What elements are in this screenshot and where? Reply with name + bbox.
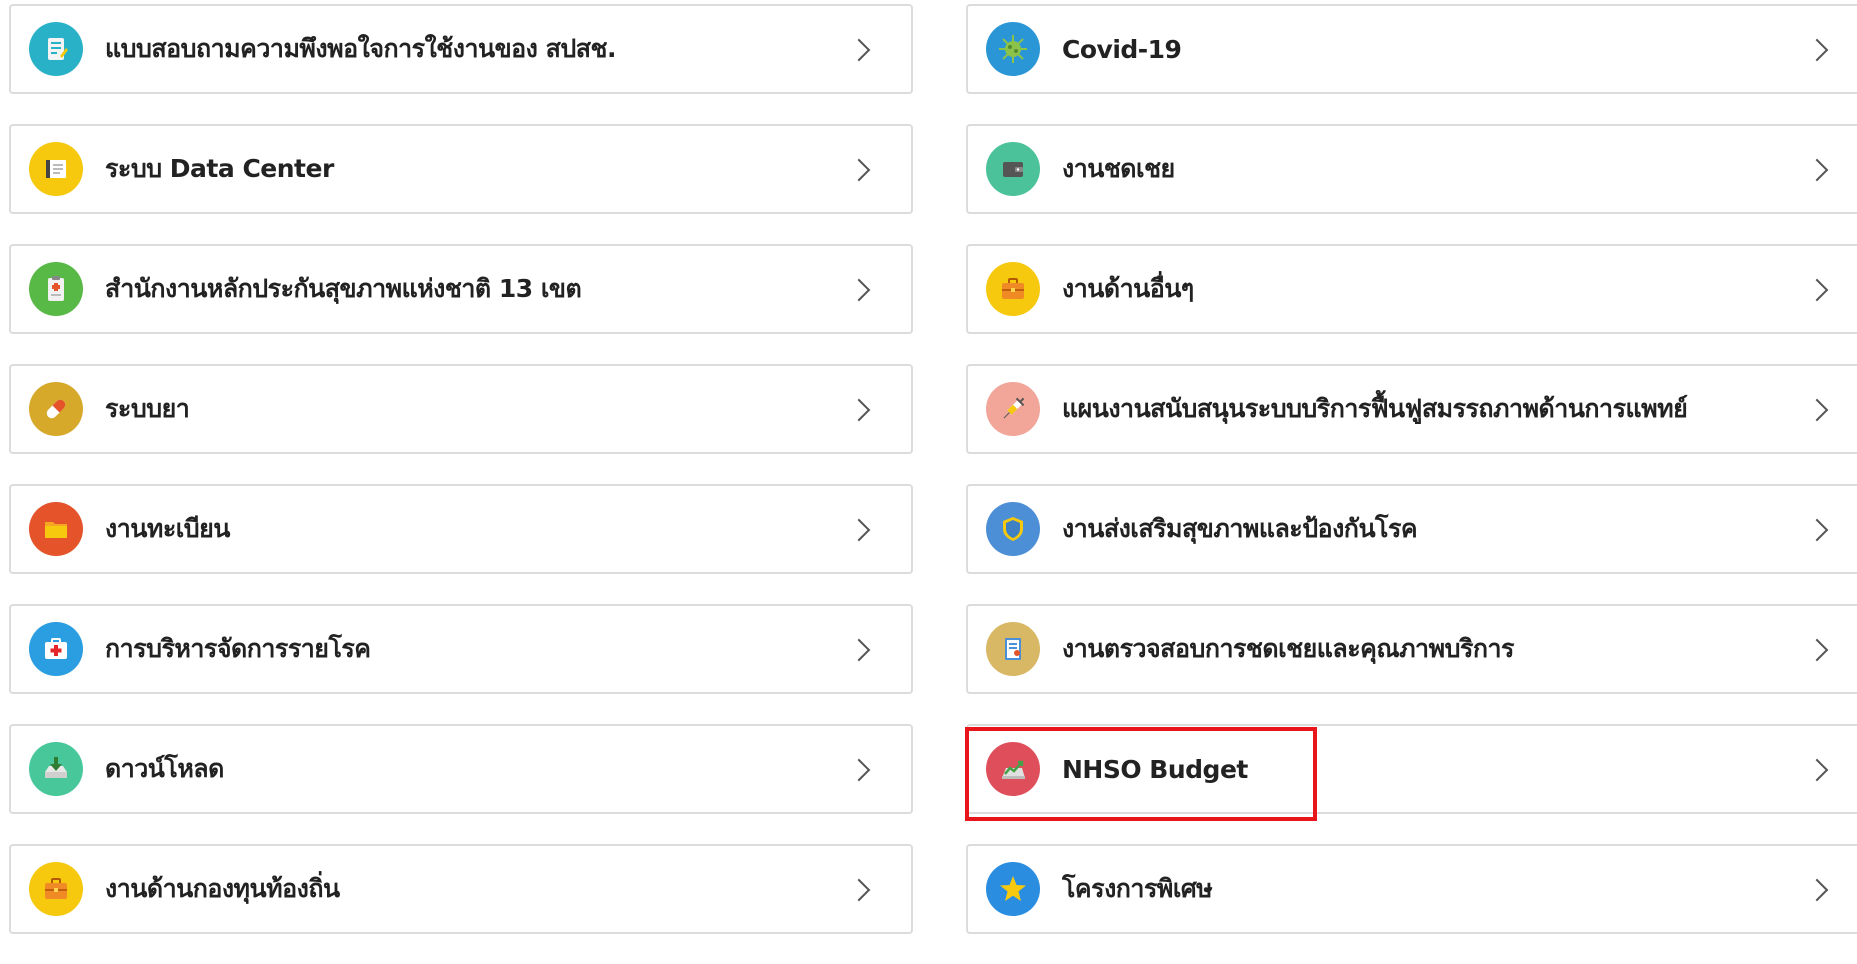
menu-item-covid-19[interactable]: Covid-19	[966, 4, 1857, 94]
menu-item-label: งานด้านอื่นๆ	[1062, 274, 1194, 303]
budget-chart-icon	[986, 742, 1040, 796]
briefcase-icon	[29, 862, 83, 916]
menu-item-label: งานส่งเสริมสุขภาพและป้องกันโรค	[1062, 514, 1418, 543]
menu-item-nhso-budget[interactable]: NHSO Budget	[966, 724, 1857, 814]
menu-item-data-center[interactable]: ระบบ Data Center	[9, 124, 913, 214]
briefcase-icon	[986, 262, 1040, 316]
first-aid-icon	[29, 622, 83, 676]
download-icon	[29, 742, 83, 796]
menu-item-special-projects[interactable]: โครงการพิเศษ	[966, 844, 1857, 934]
menu-item-label: ดาวน์โหลด	[105, 754, 224, 783]
menu-item-label: Covid-19	[1062, 34, 1182, 64]
menu-item-audit-compensation-quality[interactable]: งานตรวจสอบการชดเชยและคุณภาพบริการ	[966, 604, 1857, 694]
menu-item-local-fund[interactable]: งานด้านกองทุนท้องถิ่น	[9, 844, 913, 934]
menu-item-label: ระบบ Data Center	[105, 154, 334, 183]
syringe-icon	[986, 382, 1040, 436]
menu-column-right: Covid-19 งานชดเชย งานด้านอื่นๆ แผนงานสนั…	[966, 4, 1857, 964]
menu-item-other-work[interactable]: งานด้านอื่นๆ	[966, 244, 1857, 334]
menu-item-label: NHSO Budget	[1062, 754, 1248, 784]
audit-icon	[986, 622, 1040, 676]
menu-item-label: งานตรวจสอบการชดเชยและคุณภาพบริการ	[1062, 634, 1514, 663]
menu-item-satisfaction-survey[interactable]: แบบสอบถามความพึงพอใจการใช้งานของ สปสช.	[9, 4, 913, 94]
menu-item-label: ระบบยา	[105, 394, 190, 423]
menu-item-disease-management[interactable]: การบริหารจัดการรายโรค	[9, 604, 913, 694]
menu-item-health-promotion[interactable]: งานส่งเสริมสุขภาพและป้องกันโรค	[966, 484, 1857, 574]
star-icon	[986, 862, 1040, 916]
menu-item-label: การบริหารจัดการรายโรค	[105, 634, 371, 663]
virus-icon	[986, 22, 1040, 76]
menu-item-rehabilitation-plan[interactable]: แผนงานสนับสนุนระบบบริการฟื้นฟูสมรรถภาพด้…	[966, 364, 1857, 454]
menu-item-label: งานด้านกองทุนท้องถิ่น	[105, 874, 340, 903]
survey-icon	[29, 22, 83, 76]
menu-item-compensation[interactable]: งานชดเชย	[966, 124, 1857, 214]
clipboard-icon	[29, 262, 83, 316]
wallet-icon	[986, 142, 1040, 196]
folder-icon	[29, 502, 83, 556]
menu-item-drug-system[interactable]: ระบบยา	[9, 364, 913, 454]
menu-item-label: แผนงานสนับสนุนระบบบริการฟื้นฟูสมรรถภาพด้…	[1062, 394, 1688, 423]
menu-item-label: งานทะเบียน	[105, 514, 230, 543]
menu-item-nhso-13-regions[interactable]: สำนักงานหลักประกันสุขภาพแห่งชาติ 13 เขต	[9, 244, 913, 334]
pill-icon	[29, 382, 83, 436]
menu-column-left: แบบสอบถามความพึงพอใจการใช้งานของ สปสช. ร…	[9, 4, 913, 964]
menu-item-registration[interactable]: งานทะเบียน	[9, 484, 913, 574]
menu-item-label: สำนักงานหลักประกันสุขภาพแห่งชาติ 13 เขต	[105, 274, 582, 303]
menu-item-label: งานชดเชย	[1062, 154, 1175, 183]
data-center-icon	[29, 142, 83, 196]
shield-icon	[986, 502, 1040, 556]
menu-item-label: แบบสอบถามความพึงพอใจการใช้งานของ สปสช.	[105, 34, 616, 63]
menu-item-label: โครงการพิเศษ	[1062, 874, 1213, 903]
menu-item-download[interactable]: ดาวน์โหลด	[9, 724, 913, 814]
